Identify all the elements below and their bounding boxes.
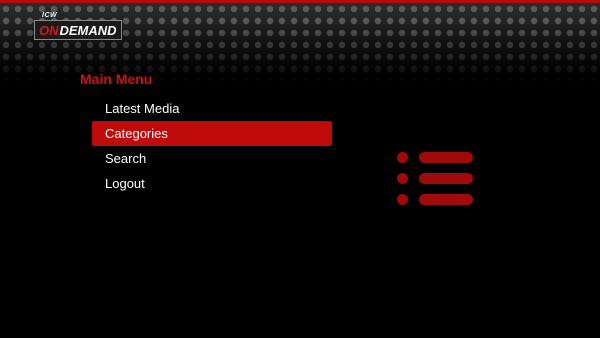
logo-small-text: ICW xyxy=(42,12,58,19)
list-icon-bar xyxy=(419,173,473,184)
list-icon-bar xyxy=(419,152,473,163)
list-icon-row xyxy=(397,194,475,205)
menu-item-latest-media[interactable]: Latest Media xyxy=(92,96,332,121)
menu-item-categories[interactable]: Categories xyxy=(92,121,332,146)
menu-item-search[interactable]: Search xyxy=(92,146,332,171)
main-menu-list: Latest Media Categories Search Logout xyxy=(92,96,332,196)
app-logo: ICW ON DEMAND xyxy=(30,12,125,42)
logo-on-text: ON xyxy=(39,22,59,38)
list-icon-dot xyxy=(397,152,408,163)
list-icon-row xyxy=(397,152,475,163)
logo-demand-text: DEMAND xyxy=(59,22,117,38)
logo-box: ON DEMAND xyxy=(34,20,122,40)
list-icon-dot xyxy=(397,173,408,184)
menu-title: Main Menu xyxy=(80,71,153,87)
list-icon-dot xyxy=(397,194,408,205)
list-icon-row xyxy=(397,173,475,184)
list-icon xyxy=(397,152,475,206)
list-icon-bar xyxy=(419,194,473,205)
menu-item-logout[interactable]: Logout xyxy=(92,171,332,196)
